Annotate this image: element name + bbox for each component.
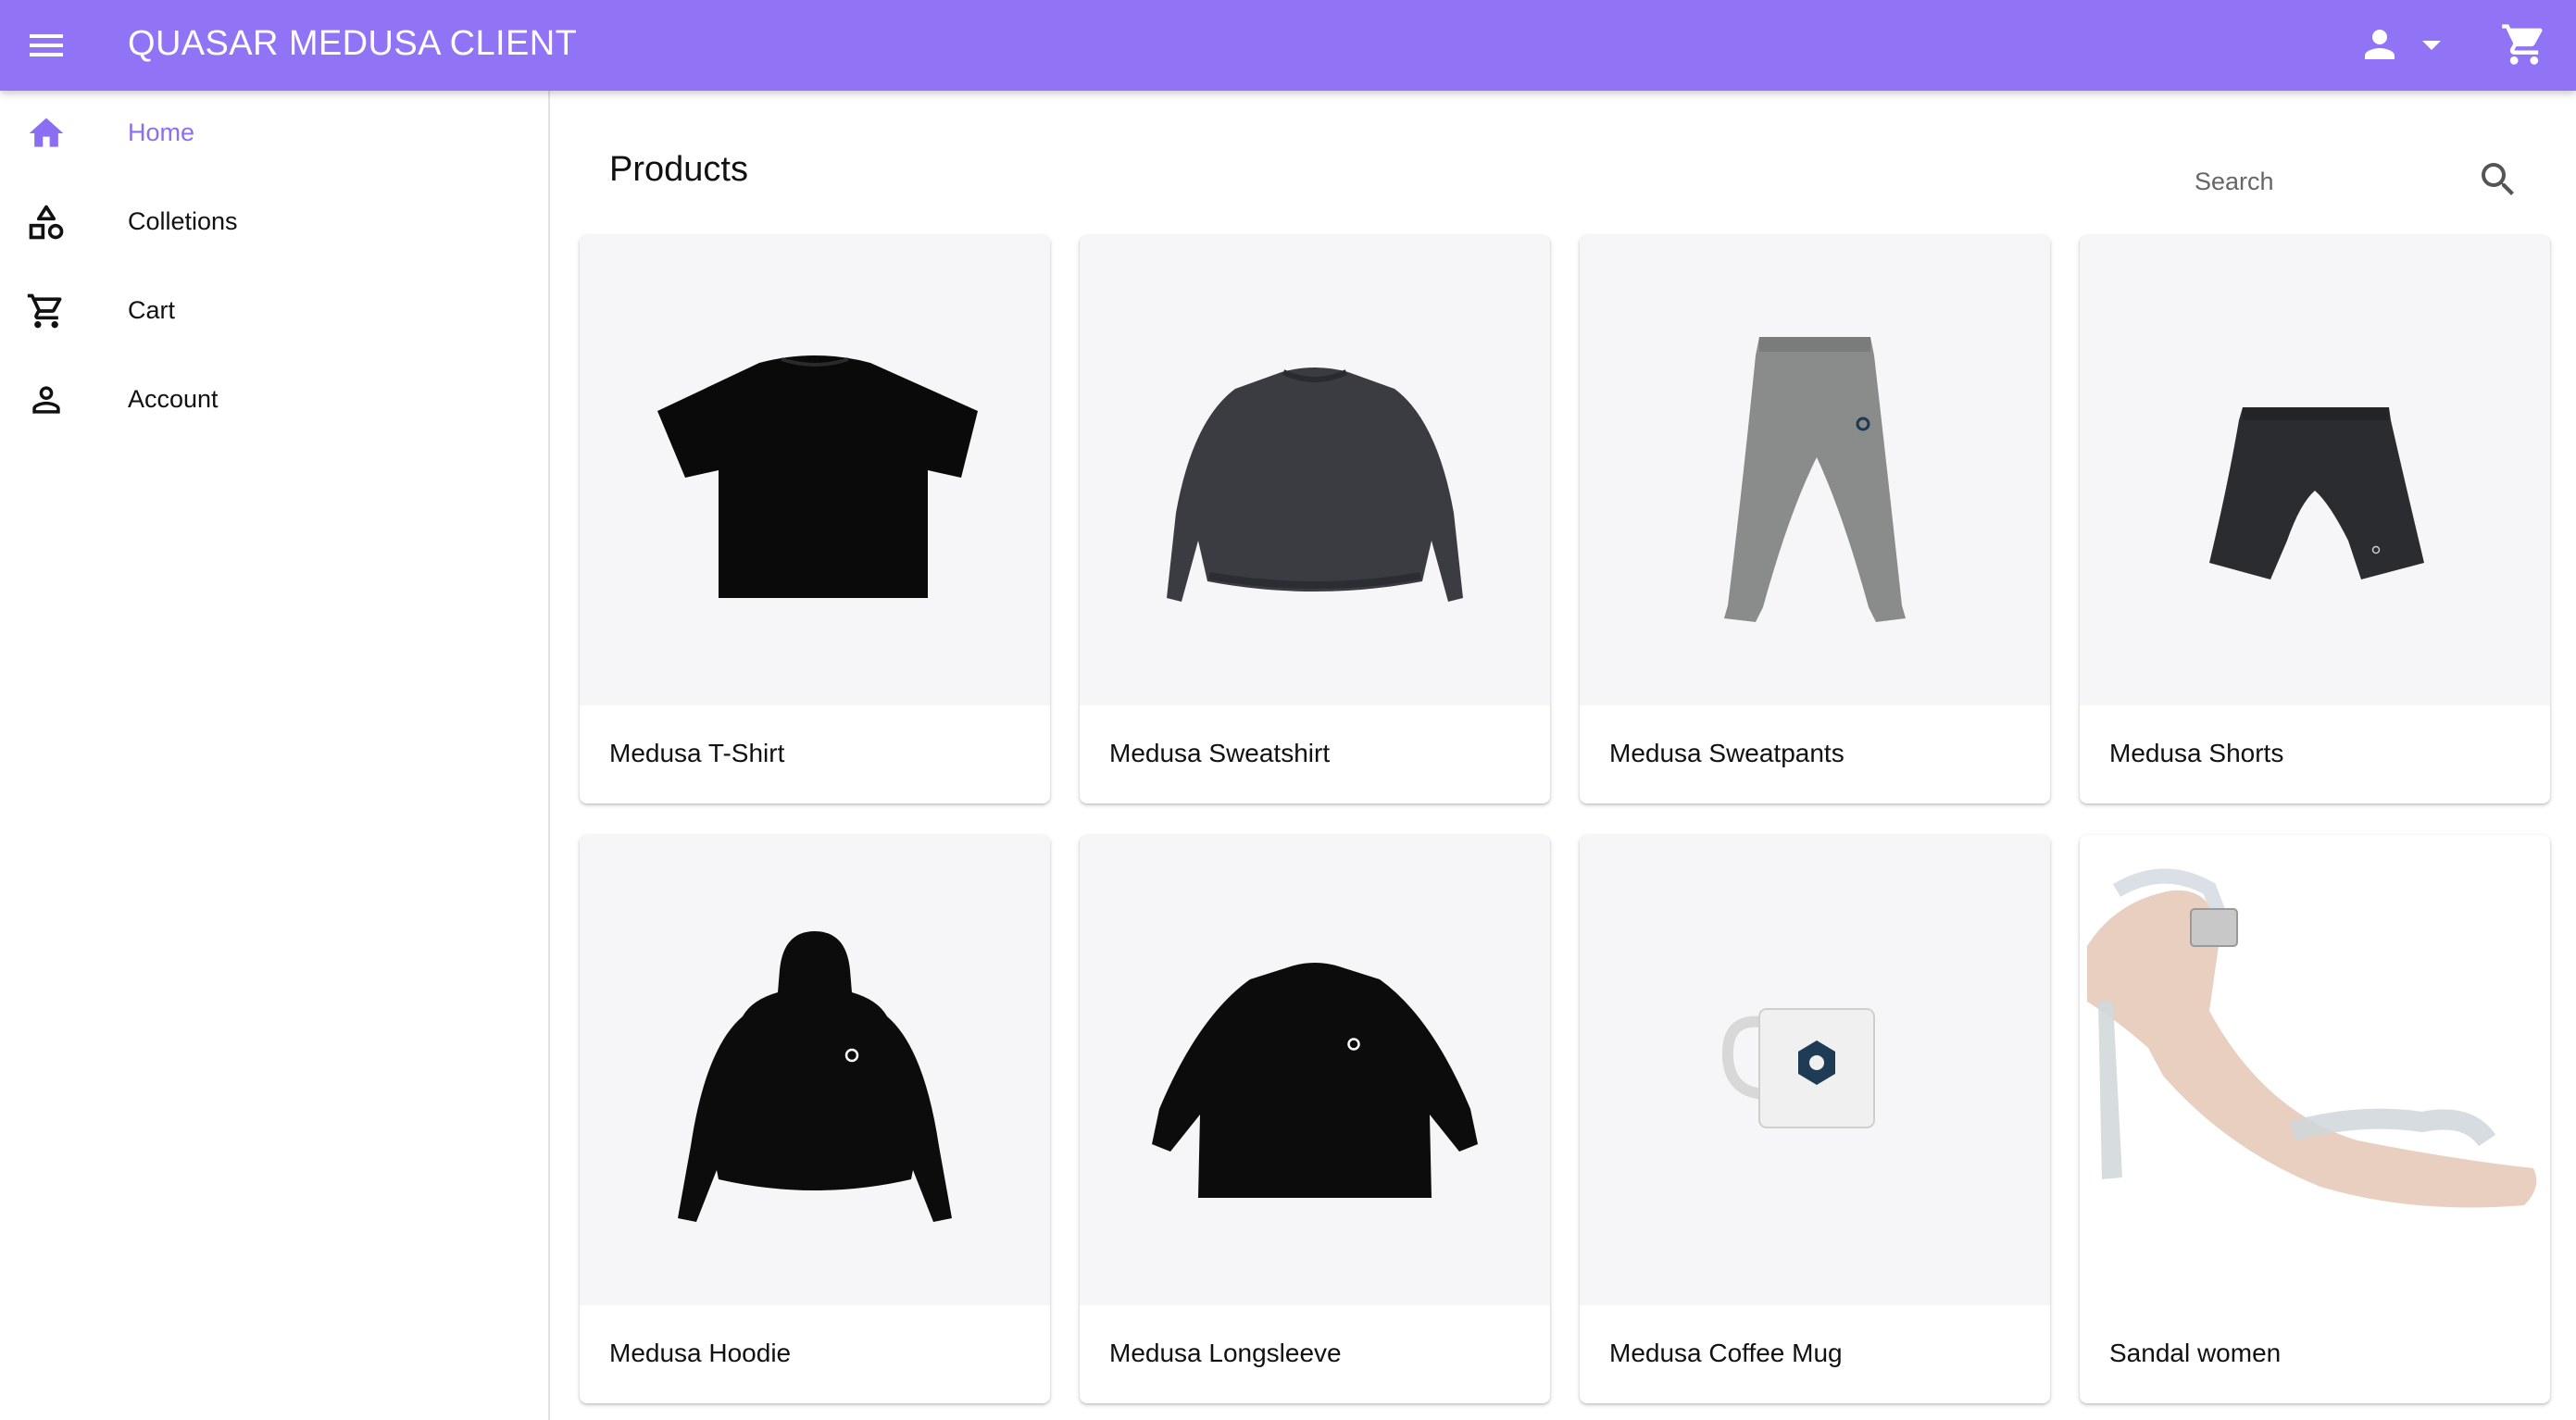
- product-card[interactable]: Medusa T-Shirt: [580, 235, 1050, 803]
- product-card[interactable]: Sandal women: [2080, 835, 2550, 1403]
- sidebar-item-collections[interactable]: Colletions: [0, 180, 548, 268]
- search-input[interactable]: [2193, 157, 2437, 206]
- product-image-hoodie: [580, 835, 1050, 1305]
- top-app-bar: QUASAR MEDUSA CLIENT: [0, 0, 2576, 91]
- category-icon: [26, 202, 67, 243]
- product-card[interactable]: Medusa Shorts: [2080, 235, 2550, 803]
- product-title: Medusa Shorts: [2109, 739, 2284, 767]
- cart-icon: [26, 291, 67, 331]
- sidebar-item-home[interactable]: Home: [0, 91, 548, 180]
- search-icon[interactable]: [2476, 157, 2520, 202]
- person-icon: [2365, 30, 2395, 59]
- page-title: Products: [609, 150, 748, 189]
- main-content: Products Medusa T-Shirt Medusa: [550, 91, 2576, 1420]
- sidebar-item-label: Account: [128, 385, 219, 413]
- sidebar-drawer: Home Colletions Cart Account: [0, 91, 550, 1420]
- person-outline-icon: [26, 380, 67, 420]
- product-card[interactable]: Medusa Sweatshirt: [1080, 235, 1550, 803]
- product-card[interactable]: Medusa Hoodie: [580, 835, 1050, 1403]
- product-image-sandal: [2080, 835, 2550, 1305]
- home-icon: [26, 113, 67, 154]
- product-title: Medusa Longsleeve: [1109, 1339, 1342, 1367]
- product-image-sweatshirt: [1080, 235, 1550, 705]
- product-card[interactable]: Medusa Coffee Mug: [1580, 835, 2050, 1403]
- menu-icon[interactable]: [24, 23, 69, 68]
- product-title: Medusa Sweatpants: [1609, 739, 1844, 767]
- product-image-coffee-mug: [1580, 835, 2050, 1305]
- sidebar-item-cart[interactable]: Cart: [0, 268, 548, 357]
- sidebar-item-label: Colletions: [128, 207, 238, 235]
- product-title: Sandal women: [2109, 1339, 2282, 1367]
- sidebar-item-account[interactable]: Account: [0, 357, 548, 446]
- product-title: Medusa T-Shirt: [609, 739, 785, 767]
- product-image-sweatpants: [1580, 235, 2050, 705]
- sidebar-item-label: Cart: [128, 296, 176, 324]
- app-title: QUASAR MEDUSA CLIENT: [128, 24, 578, 63]
- shopping-cart-icon[interactable]: [2500, 20, 2548, 69]
- product-image-tshirt: [580, 235, 1050, 705]
- sidebar-item-label: Home: [128, 118, 195, 146]
- product-image-shorts: [2080, 235, 2550, 705]
- arrow-drop-down-icon: [2422, 41, 2441, 50]
- product-image-longsleeve: [1080, 835, 1550, 1305]
- product-title: Medusa Sweatshirt: [1109, 739, 1331, 767]
- product-card[interactable]: Medusa Sweatpants: [1580, 235, 2050, 803]
- product-title: Medusa Coffee Mug: [1609, 1339, 1843, 1367]
- product-title: Medusa Hoodie: [609, 1339, 792, 1367]
- account-menu-button[interactable]: [2357, 22, 2450, 69]
- product-card[interactable]: Medusa Longsleeve: [1080, 835, 1550, 1403]
